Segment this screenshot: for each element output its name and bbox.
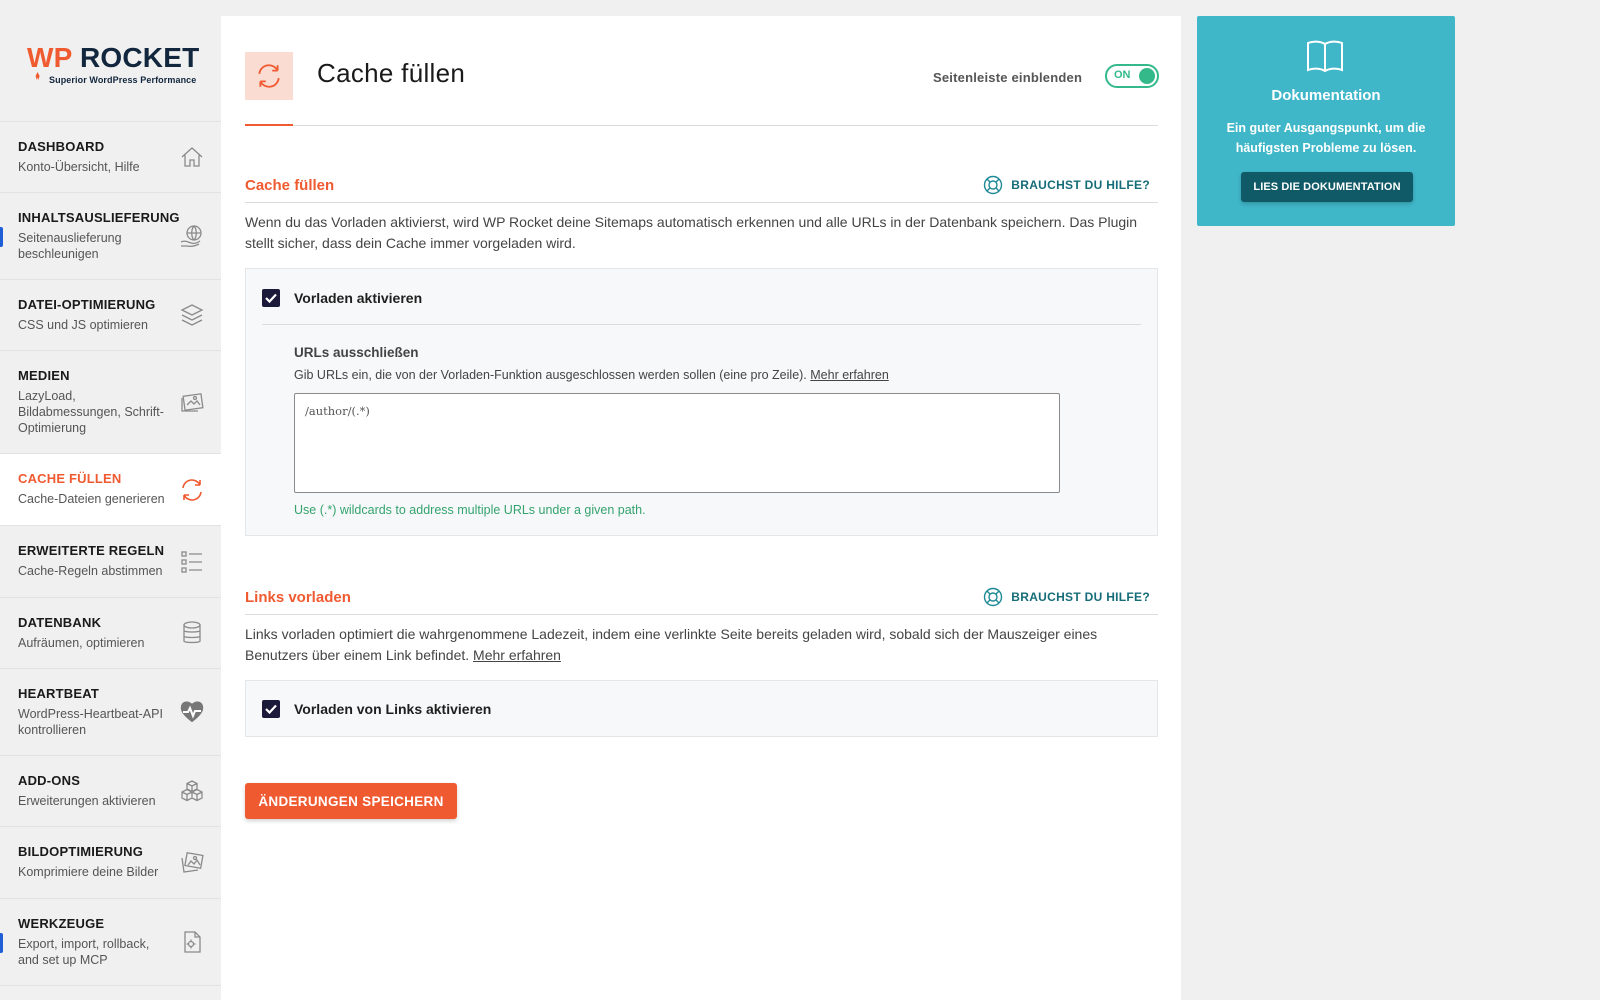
heartbeat-icon xyxy=(179,699,205,725)
sidebar-item-sub: Cache-Regeln abstimmen xyxy=(18,564,163,578)
tools-file-icon xyxy=(179,929,205,955)
sidebar-item-dashboard[interactable]: DASHBOARD Konto-Übersicht, Hilfe xyxy=(0,122,221,193)
sidebar-item-title: ADD-ONS xyxy=(18,773,81,788)
globe-hand-icon xyxy=(179,223,205,249)
learn-more-link[interactable]: Mehr erfahren xyxy=(810,368,889,382)
page-title: Cache füllen xyxy=(317,58,466,88)
sidebar-item-sub: WordPress-Heartbeat-API kontrollieren xyxy=(18,707,163,737)
documentation-card: Dokumentation Ein guter Ausgangspunkt, u… xyxy=(1197,16,1455,226)
save-changes-button[interactable]: ÄNDERUNGEN SPEICHERN xyxy=(245,783,457,819)
images-icon xyxy=(179,389,205,415)
exclude-urls-desc: Gib URLs ein, die von der Vorladen-Funkt… xyxy=(294,368,889,382)
sidebar-item-title: BILDOPTIMIERUNG xyxy=(18,844,144,859)
doc-title: Dokumentation xyxy=(1271,87,1381,104)
sidebar-item-erweiterte-regeln[interactable]: ERWEITERTE REGELN Cache-Regeln abstimmen xyxy=(0,526,221,598)
sidebar-item-sub: Export, import, rollback, and set up MCP xyxy=(18,937,150,967)
toggle-state: ON xyxy=(1114,69,1131,81)
list-icon xyxy=(179,549,205,575)
logo-tagline: Superior WordPress Performance xyxy=(49,75,197,85)
lifebuoy-icon xyxy=(984,175,1003,195)
sidebar-toggle[interactable]: ON xyxy=(1105,64,1159,88)
sidebar-item-bildoptimierung[interactable]: BILDOPTIMIERUNG Komprimiere deine Bilder xyxy=(0,827,221,899)
image-compress-icon xyxy=(179,850,205,876)
sidebar-item-title: DATENBANK xyxy=(18,615,102,630)
exclude-urls-title: URLs ausschließen xyxy=(294,345,419,360)
doc-text: Ein guter Ausgangspunkt, um die häufigst… xyxy=(1226,121,1426,155)
preload-checkbox-label[interactable]: Vorladen aktivieren xyxy=(294,290,422,306)
sidebar-item-sub: LazyLoad, Bildabmessungen, Schrift-Optim… xyxy=(18,389,164,435)
sidebar-item-sub: Seitenauslieferung beschleunigen xyxy=(18,231,122,261)
header-underline xyxy=(245,124,293,126)
sidebar-item-heartbeat[interactable]: HEARTBEAT WordPress-Heartbeat-API kontro… xyxy=(0,669,221,756)
refresh-icon xyxy=(258,64,280,88)
sidebar-item-sub: Konto-Übersicht, Hilfe xyxy=(18,160,140,174)
sidebar: WP ROCKET Superior WordPress Performance… xyxy=(0,0,221,1000)
lifebuoy-icon xyxy=(984,587,1003,607)
sidebar-item-datenbank[interactable]: DATENBANK Aufräumen, optimieren xyxy=(0,598,221,669)
sidebar-item-inhaltsauslieferung[interactable]: INHALTSAUSLIEFERUNG Seitenauslieferung b… xyxy=(0,193,221,280)
sidebar-item-title: ERWEITERTE REGELN xyxy=(18,543,165,558)
links-preload-checkbox[interactable] xyxy=(262,700,280,718)
sidebar-item-title: DATEI-OPTIMIERUNG xyxy=(18,297,156,312)
sidebar-item-sub: Komprimiere deine Bilder xyxy=(18,865,159,879)
exclude-urls-textarea[interactable]: /author/(.*) xyxy=(294,393,1060,493)
sidebar-item-sub: CSS und JS optimieren xyxy=(18,318,148,332)
sidebar-item-title: HEARTBEAT xyxy=(18,686,99,701)
cubes-icon xyxy=(179,778,205,804)
sidebar-item-title: WERKZEUGE xyxy=(18,916,105,931)
section-links-header: Links vorladen BRAUCHST DU HILFE? xyxy=(245,583,1158,615)
help-link-label: BRAUCHST DU HILFE? xyxy=(1011,590,1150,604)
sidebar-item-cache-fuellen[interactable]: CACHE FÜLLEN Cache-Dateien generieren xyxy=(0,454,221,526)
logo-wordmark: WP ROCKET xyxy=(27,42,200,73)
help-link-label: BRAUCHST DU HILFE? xyxy=(1011,178,1150,192)
divider xyxy=(262,324,1141,325)
sidebar-item-sub: Cache-Dateien generieren xyxy=(18,492,165,506)
section-preload-header: Cache füllen BRAUCHST DU HILFE? xyxy=(245,171,1158,203)
help-link[interactable]: BRAUCHST DU HILFE? xyxy=(983,587,1150,607)
page-header: Cache füllen Seitenleiste einblenden ON xyxy=(245,16,1159,126)
active-marker xyxy=(0,227,3,247)
links-preload-checkbox-label[interactable]: Vorladen von Links aktivieren xyxy=(294,701,491,717)
wildcard-hint: Use (.*) wildcards to address multiple U… xyxy=(294,503,646,517)
book-icon xyxy=(1305,38,1345,74)
section-title: Cache füllen xyxy=(245,177,335,194)
toggle-knob xyxy=(1139,68,1155,84)
active-marker xyxy=(0,933,3,953)
check-icon xyxy=(265,704,277,715)
rocket-flame-icon xyxy=(35,72,40,80)
section-description: Wenn du das Vorladen aktivierst, wird WP… xyxy=(245,214,1138,251)
sidebar-item-datei-optimierung[interactable]: DATEI-OPTIMIERUNG CSS und JS optimieren xyxy=(0,280,221,351)
refresh-icon xyxy=(179,477,205,503)
section-title: Links vorladen xyxy=(245,589,351,606)
read-docs-button[interactable]: LIES DIE DOKUMENTATION xyxy=(1241,172,1413,202)
sidebar-item-add-ons[interactable]: ADD-ONS Erweiterungen aktivieren xyxy=(0,756,221,827)
sidebar-item-sub: Aufräumen, optimieren xyxy=(18,636,145,650)
sidebar-item-title: INHALTSAUSLIEFERUNG xyxy=(18,210,180,225)
sidebar-toggle-label: Seitenleiste einblenden xyxy=(933,70,1083,85)
help-link[interactable]: BRAUCHST DU HILFE? xyxy=(983,175,1150,195)
sidebar-item-title: CACHE FÜLLEN xyxy=(18,471,122,486)
logo[interactable]: WP ROCKET Superior WordPress Performance xyxy=(0,0,221,122)
sidebar-item-title: MEDIEN xyxy=(18,368,70,383)
preload-checkbox[interactable] xyxy=(262,289,280,307)
main-content: Cache füllen Seitenleiste einblenden ON … xyxy=(221,16,1181,1000)
home-icon xyxy=(179,144,205,170)
sidebar-item-werkzeuge[interactable]: WERKZEUGE Export, import, rollback, and … xyxy=(0,899,221,986)
learn-more-link[interactable]: Mehr erfahren xyxy=(473,647,561,663)
section-description: Links vorladen optimiert die wahrgenomme… xyxy=(245,626,1098,663)
check-icon xyxy=(265,293,277,304)
links-panel: Vorladen von Links aktivieren xyxy=(245,680,1158,737)
database-icon xyxy=(179,620,205,646)
preload-panel: Vorladen aktivieren URLs ausschließen Gi… xyxy=(245,268,1158,536)
layers-icon xyxy=(179,302,205,328)
page-icon xyxy=(245,52,293,100)
sidebar-item-sub: Erweiterungen aktivieren xyxy=(18,794,156,808)
sidebar-item-title: DASHBOARD xyxy=(18,139,105,154)
sidebar-item-medien[interactable]: MEDIEN LazyLoad, Bildabmessungen, Schrif… xyxy=(0,351,221,454)
